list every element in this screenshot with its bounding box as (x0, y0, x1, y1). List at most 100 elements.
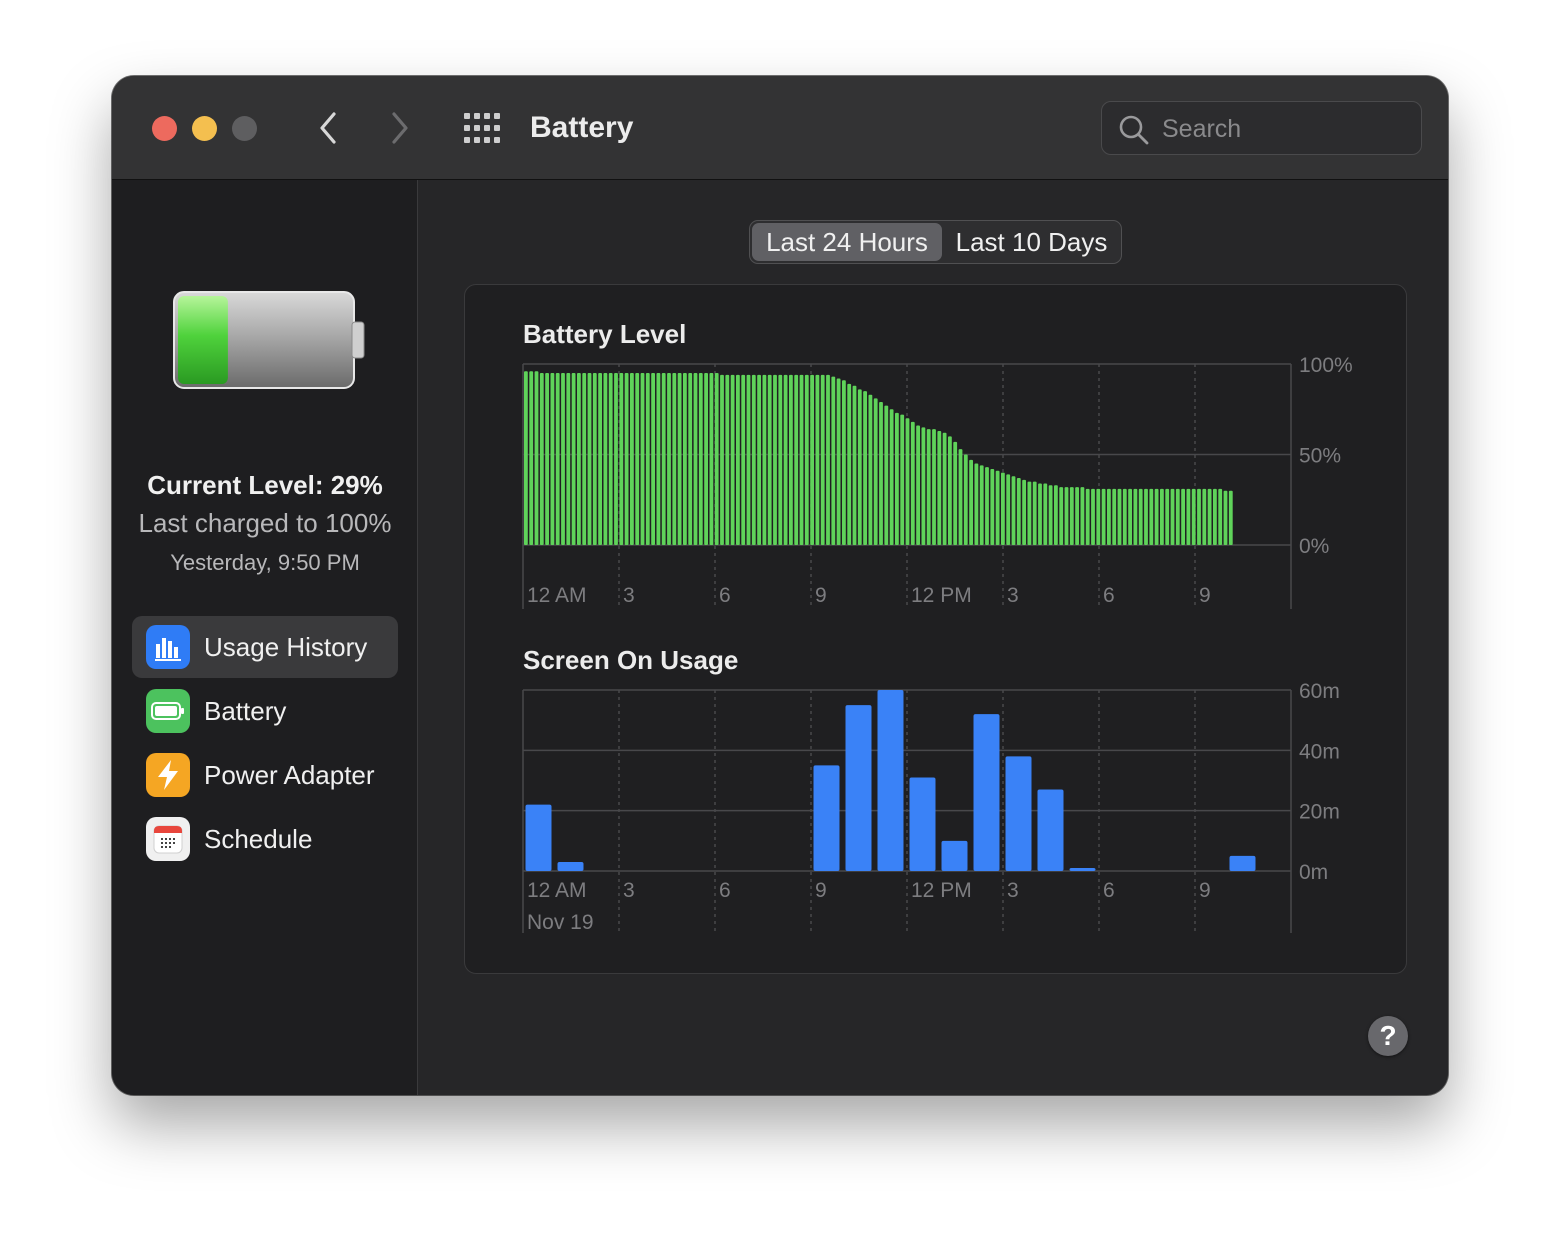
x-date-label: Nov 19 (527, 911, 594, 934)
show-all-button[interactable] (462, 110, 502, 146)
y-tick-label: 50% (1299, 445, 1341, 468)
battery-level-bar (709, 373, 714, 545)
zoom-window-button[interactable] (232, 116, 257, 141)
battery-level-bar (566, 373, 571, 545)
battery-level-bar (995, 470, 1000, 545)
battery-level-bar (677, 373, 682, 545)
battery-level-bar (630, 373, 634, 545)
sidebar-item-label: Usage History (204, 631, 368, 662)
battery-level-bar (667, 373, 671, 545)
battery-level-bar (895, 412, 899, 545)
battery-level-bar (704, 373, 708, 545)
forward-button[interactable] (380, 108, 420, 148)
battery-level-bar (815, 374, 820, 545)
last-charged-time: Yesterday, 9:50 PM (170, 550, 360, 575)
x-tick-label: 6 (1103, 584, 1115, 607)
screen-on-usage-chart: 60m 40m 20m 0m 12 AM 3 6 9 12 PM 3 6 9 Nov 19 (522, 681, 1340, 934)
battery-level-bar (736, 374, 740, 545)
battery-level-bar (651, 373, 655, 545)
battery-level-bar (1022, 479, 1026, 545)
battery-level-bar (656, 373, 661, 545)
title-bar: Battery (112, 76, 1448, 180)
x-tick-label: 6 (719, 879, 731, 902)
battery-level-bar (524, 371, 528, 545)
battery-level-bar (990, 468, 995, 545)
battery-level-bar (640, 373, 645, 545)
battery-level-bar (762, 374, 767, 545)
sidebar-item-label: Power Adapter (204, 759, 375, 790)
battery-level-bar (884, 405, 889, 545)
screen-usage-bar (1037, 789, 1064, 871)
battery-level-bar (1128, 488, 1132, 545)
battery-level-bar (852, 385, 857, 545)
time-range-segmented-control: Last 24 Hours Last 10 Days (749, 220, 1122, 264)
battery-level-bar (1133, 488, 1138, 545)
battery-level-bar (1149, 488, 1154, 545)
y-tick-label: 60m (1299, 681, 1340, 703)
tab-last-24-hours[interactable]: Last 24 Hours (752, 223, 942, 261)
screen-usage-bar (941, 840, 968, 871)
battery-level-bar (953, 441, 958, 545)
help-button[interactable]: ? (1368, 1016, 1408, 1056)
x-tick-label: 3 (623, 584, 635, 607)
x-tick-label: 12 PM (911, 584, 972, 607)
minimize-window-button[interactable] (192, 116, 217, 141)
battery-level-bar (1218, 488, 1223, 545)
battery-level-bar (539, 373, 544, 545)
battery-level-bar (645, 373, 650, 545)
battery-level-icon (173, 291, 365, 389)
battery-level-chart-title: Battery Level (523, 319, 687, 349)
battery-level-bar (730, 374, 735, 545)
battery-level-bar (926, 429, 931, 545)
battery-level-bar (1032, 481, 1037, 545)
battery-level-bar (603, 373, 608, 545)
sidebar-item-label: Schedule (204, 823, 313, 854)
screen-usage-bar (973, 714, 1000, 871)
battery-level-bar (577, 373, 581, 545)
battery-level-bar (635, 373, 640, 545)
sidebar-item-schedule[interactable]: Schedule (132, 808, 398, 870)
search-input[interactable] (1160, 110, 1414, 148)
main-content: Last 24 Hours Last 10 Days Battery Level… (418, 180, 1448, 1095)
battery-level-bar (1175, 488, 1180, 545)
sidebar-item-usage-history[interactable]: Usage History (132, 616, 398, 678)
screen-usage-bar (877, 690, 904, 871)
battery-level-bar (1054, 485, 1058, 545)
chevron-left-icon (320, 112, 336, 144)
battery-level-bar (863, 391, 867, 545)
screen-usage-bar (525, 804, 552, 871)
battery-level-bar (1170, 488, 1175, 545)
battery-level-bar (910, 421, 915, 545)
x-tick-label: 9 (1199, 584, 1211, 607)
x-tick-label: 9 (815, 584, 827, 607)
search-field[interactable] (1101, 101, 1422, 155)
battery-level-bar (847, 383, 852, 545)
battery-level-bar (1048, 485, 1053, 545)
search-icon (1119, 115, 1149, 145)
sidebar-item-battery[interactable]: Battery (132, 680, 398, 742)
tab-last-10-days[interactable]: Last 10 Days (944, 223, 1119, 261)
battery-level-bar (937, 430, 942, 545)
current-level-text: Current Level: 29% (147, 470, 383, 500)
battery-level-bar (836, 378, 841, 545)
battery-level-bar (561, 373, 565, 545)
battery-level-bar (571, 373, 576, 545)
battery-level-bar (974, 463, 979, 545)
battery-level-bar (683, 373, 687, 545)
battery-level-bar (1207, 488, 1212, 545)
battery-level-bar (905, 418, 910, 545)
battery-level-bar (831, 376, 836, 545)
chevron-right-icon (392, 112, 408, 144)
sidebar-item-power-adapter[interactable]: Power Adapter (132, 744, 398, 806)
x-tick-label: 6 (1103, 879, 1115, 902)
battery-level-bar (1085, 488, 1090, 545)
close-window-button[interactable] (152, 116, 177, 141)
battery-level-bar (868, 394, 873, 545)
x-tick-label: 9 (1199, 879, 1211, 902)
battery-level-bar (1144, 488, 1148, 545)
back-button[interactable] (308, 108, 348, 148)
x-tick-label: 12 PM (911, 879, 972, 902)
battery-level-bar (1122, 488, 1127, 545)
battery-level-bar (900, 414, 905, 545)
battery-level-bar (1043, 483, 1048, 545)
